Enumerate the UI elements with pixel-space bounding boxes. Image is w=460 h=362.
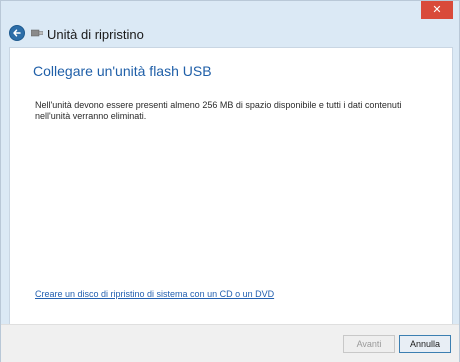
description-text: Nell'unità devono essere presenti almeno…: [35, 100, 402, 121]
usb-drive-icon: [31, 29, 43, 37]
back-button[interactable]: [9, 25, 25, 41]
create-cd-dvd-link[interactable]: Creare un disco di ripristino di sistema…: [35, 289, 274, 299]
close-icon: ✕: [432, 4, 442, 16]
recovery-drive-window: ✕ Unità di ripristino Collegare un'unità…: [0, 0, 460, 362]
content-panel: Collegare un'unità flash USB Nell'unità …: [9, 47, 453, 325]
close-button[interactable]: ✕: [421, 1, 453, 19]
footer-bar: Avanti Annulla: [1, 324, 459, 362]
cancel-button[interactable]: Annulla: [399, 335, 451, 353]
title-bar: ✕: [1, 1, 459, 21]
window-title: Unità di ripristino: [47, 27, 144, 42]
page-title: Collegare un'unità flash USB: [33, 63, 212, 79]
back-arrow-icon: [13, 29, 21, 37]
next-button[interactable]: Avanti: [343, 335, 395, 353]
header-row: Unità di ripristino: [1, 21, 459, 47]
